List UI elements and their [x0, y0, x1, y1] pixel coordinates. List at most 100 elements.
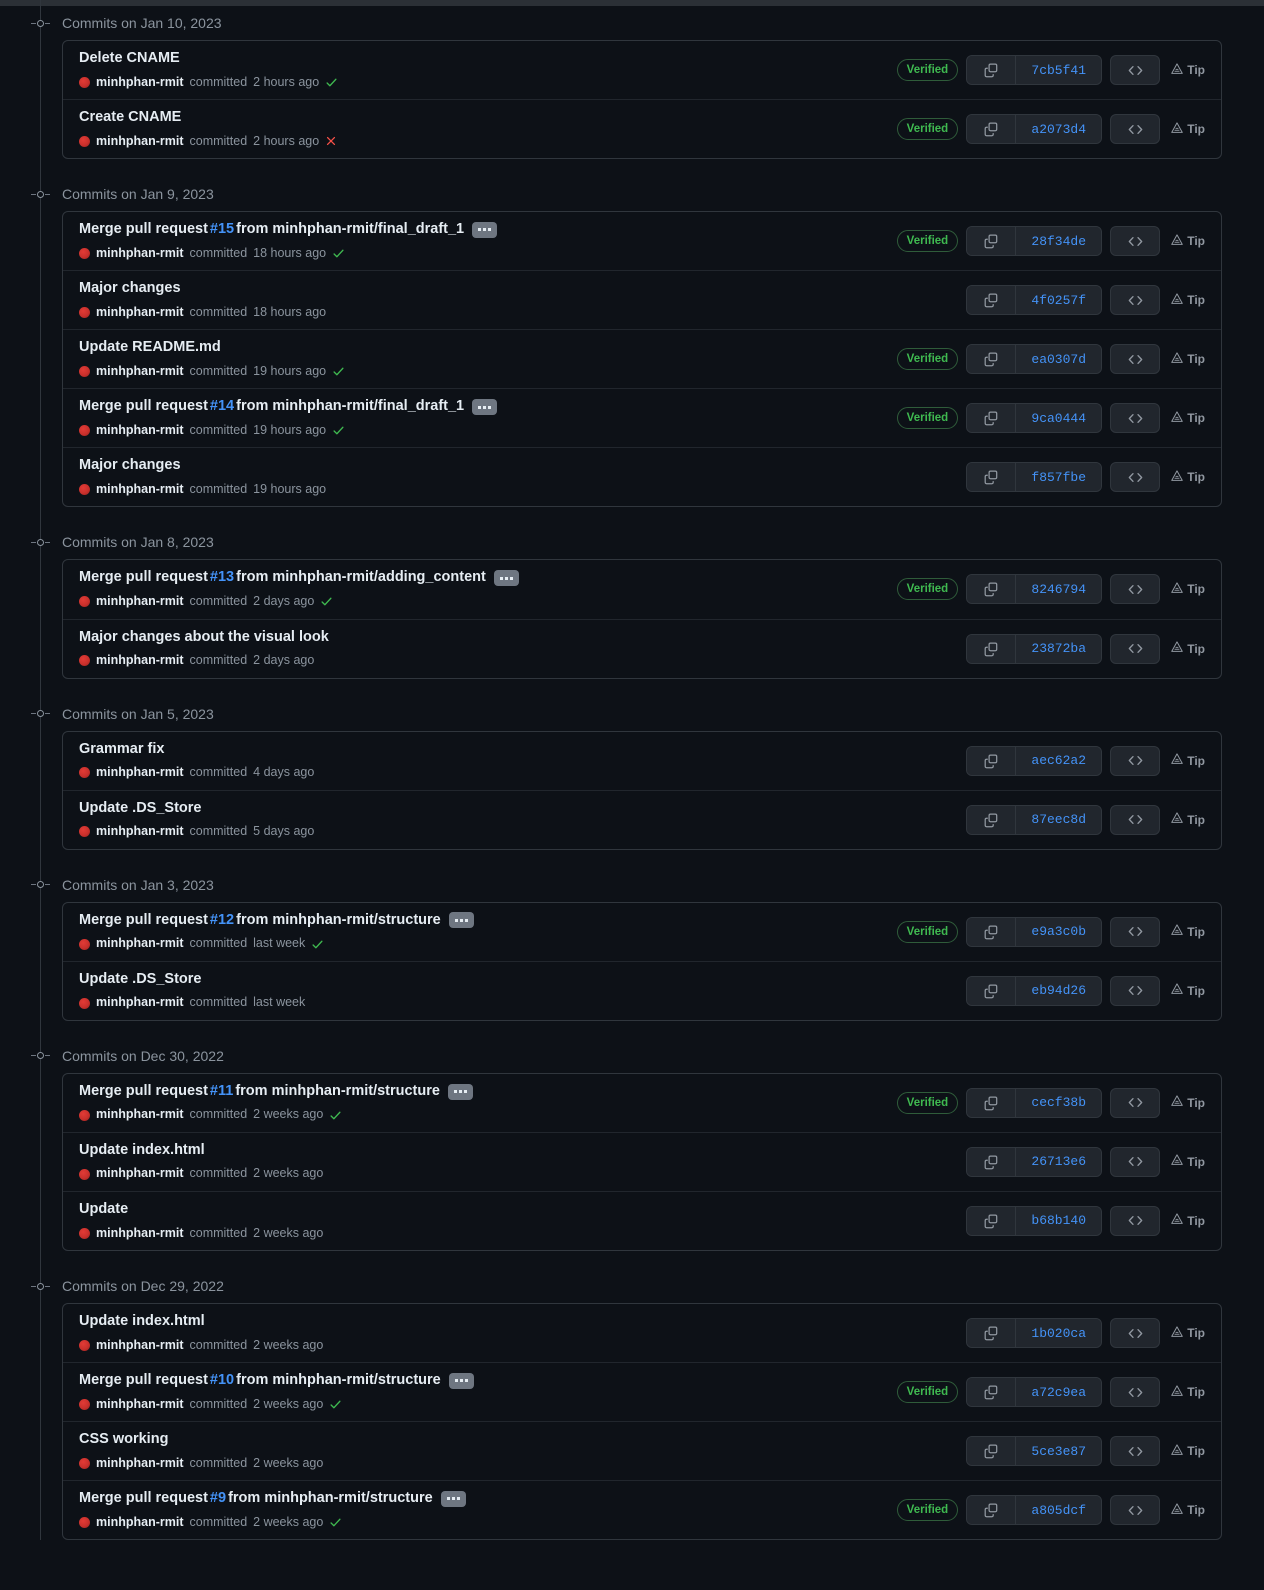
- pull-request-link[interactable]: #14: [210, 397, 234, 417]
- commit-author-link[interactable]: minhphan-rmit: [96, 1514, 184, 1532]
- code-icon[interactable]: [1110, 1318, 1161, 1349]
- commit-author-link[interactable]: minhphan-rmit: [96, 593, 184, 611]
- pull-request-link[interactable]: #13: [210, 568, 234, 588]
- pull-request-link[interactable]: #10: [210, 1371, 234, 1391]
- avatar[interactable]: [79, 938, 90, 950]
- commit-sha-link[interactable]: eb94d26: [1016, 976, 1102, 1005]
- commit-message-text[interactable]: Merge pull request: [79, 568, 208, 588]
- commit-sha-link[interactable]: cecf38b: [1016, 1088, 1102, 1117]
- commit-author-link[interactable]: minhphan-rmit: [96, 1165, 184, 1183]
- commit-row[interactable]: Delete CNAME minhphan-rmit committed 2 hour…: [63, 41, 1221, 101]
- code-icon[interactable]: [1110, 633, 1161, 664]
- commit-row[interactable]: Update README.md minhphan-rmit committed 19…: [63, 330, 1221, 390]
- copy-icon[interactable]: [967, 463, 1017, 492]
- commit-author-link[interactable]: minhphan-rmit: [96, 1396, 184, 1414]
- commit-sha-link[interactable]: 1b020ca: [1016, 1319, 1102, 1348]
- verified-badge[interactable]: Verified: [896, 230, 959, 253]
- commit-message-text[interactable]: Major changes about the visual look: [79, 628, 329, 648]
- copy-icon[interactable]: [967, 1378, 1017, 1407]
- verified-badge[interactable]: Verified: [896, 118, 959, 141]
- commit-message-text[interactable]: Major changes: [79, 456, 181, 476]
- avatar[interactable]: [79, 366, 90, 378]
- code-icon[interactable]: [1110, 1146, 1161, 1177]
- avatar[interactable]: [79, 135, 90, 147]
- code-icon[interactable]: [1110, 55, 1161, 86]
- commit-message-text[interactable]: Update .DS_Store: [79, 970, 201, 990]
- commit-message-text[interactable]: Merge pull request: [79, 220, 208, 240]
- avatar[interactable]: [79, 1168, 90, 1180]
- commit-message-text[interactable]: Update .DS_Store: [79, 799, 201, 819]
- avatar[interactable]: [79, 1457, 90, 1469]
- avatar[interactable]: [79, 1227, 90, 1239]
- avatar[interactable]: [79, 655, 90, 667]
- commit-author-link[interactable]: minhphan-rmit: [96, 133, 184, 151]
- verified-badge[interactable]: Verified: [896, 59, 959, 82]
- avatar[interactable]: [79, 76, 90, 88]
- commit-sha-link[interactable]: 7cb5f41: [1016, 56, 1102, 85]
- avatar[interactable]: [79, 425, 90, 437]
- copy-icon[interactable]: [967, 1437, 1017, 1466]
- code-icon[interactable]: [1110, 1495, 1161, 1526]
- commit-message-text[interactable]: Update index.html: [79, 1141, 205, 1161]
- code-icon[interactable]: [1110, 462, 1161, 493]
- commit-row[interactable]: Merge pull request #9 from minhphan-rmit…: [63, 1481, 1221, 1539]
- commit-author-link[interactable]: minhphan-rmit: [96, 935, 184, 953]
- commit-message-text[interactable]: Delete CNAME: [79, 49, 180, 69]
- commit-author-link[interactable]: minhphan-rmit: [96, 363, 184, 381]
- code-icon[interactable]: [1110, 574, 1161, 605]
- code-icon[interactable]: [1110, 916, 1161, 947]
- commit-author-link[interactable]: minhphan-rmit: [96, 481, 184, 499]
- commit-message-text[interactable]: Update README.md: [79, 338, 221, 358]
- commit-row[interactable]: Major changes minhphan-rmit committed 18 ho…: [63, 271, 1221, 331]
- copy-icon[interactable]: [967, 805, 1017, 834]
- avatar[interactable]: [79, 307, 90, 318]
- copy-icon[interactable]: [967, 115, 1017, 144]
- code-icon[interactable]: [1110, 1087, 1161, 1118]
- commit-message-text[interactable]: Merge pull request: [79, 397, 208, 417]
- expand-commit-message-button[interactable]: [493, 570, 519, 587]
- copy-icon[interactable]: [967, 575, 1017, 604]
- commit-message-text[interactable]: Merge pull request: [79, 1489, 208, 1509]
- commit-message-text[interactable]: Major changes: [79, 279, 181, 299]
- commit-sha-link[interactable]: 9ca0444: [1016, 404, 1102, 433]
- copy-icon[interactable]: [967, 404, 1017, 433]
- copy-icon[interactable]: [967, 634, 1017, 663]
- commit-row[interactable]: Merge pull request #15 from minhphan-rmi…: [63, 212, 1221, 272]
- code-icon[interactable]: [1110, 226, 1161, 257]
- commit-message-text[interactable]: Grammar fix: [79, 740, 164, 760]
- pull-request-link[interactable]: #9: [210, 1489, 226, 1509]
- avatar[interactable]: [79, 1398, 90, 1410]
- expand-commit-message-button[interactable]: [447, 1083, 473, 1100]
- verified-badge[interactable]: Verified: [896, 578, 959, 601]
- verified-badge[interactable]: Verified: [896, 407, 959, 430]
- commit-author-link[interactable]: minhphan-rmit: [96, 1106, 184, 1124]
- expand-commit-message-button[interactable]: [472, 221, 498, 238]
- commit-author-link[interactable]: minhphan-rmit: [96, 74, 184, 92]
- commit-sha-link[interactable]: a2073d4: [1016, 115, 1102, 144]
- commit-row[interactable]: Merge pull request #12 from minhphan-rmi…: [63, 903, 1221, 962]
- commit-author-link[interactable]: minhphan-rmit: [96, 652, 184, 670]
- commit-author-link[interactable]: minhphan-rmit: [96, 764, 184, 782]
- code-icon[interactable]: [1110, 745, 1161, 776]
- copy-icon[interactable]: [967, 1319, 1017, 1348]
- copy-icon[interactable]: [967, 1496, 1017, 1525]
- commit-author-link[interactable]: minhphan-rmit: [96, 1455, 184, 1473]
- avatar[interactable]: [79, 1339, 90, 1351]
- copy-icon[interactable]: [967, 1206, 1017, 1235]
- commit-sha-link[interactable]: a805dcf: [1016, 1496, 1102, 1525]
- commit-sha-link[interactable]: 4f0257f: [1016, 286, 1102, 315]
- commit-sha-link[interactable]: 28f34de: [1016, 227, 1102, 256]
- code-icon[interactable]: [1110, 975, 1161, 1006]
- avatar[interactable]: [79, 767, 90, 779]
- commit-row[interactable]: CSS working minhphan-rmit committed 2 weeks…: [63, 1422, 1221, 1482]
- commit-message-text[interactable]: Merge pull request: [79, 1082, 208, 1102]
- copy-icon[interactable]: [967, 56, 1017, 85]
- commit-row[interactable]: Update .DS_Store minhphan-rmit committed 5 …: [63, 791, 1221, 849]
- commit-message-text[interactable]: Update: [79, 1200, 128, 1220]
- code-icon[interactable]: [1110, 1377, 1161, 1408]
- commit-author-link[interactable]: minhphan-rmit: [96, 994, 184, 1012]
- pull-request-link[interactable]: #12: [210, 911, 234, 931]
- commit-author-link[interactable]: minhphan-rmit: [96, 304, 184, 322]
- pull-request-link[interactable]: #15: [210, 220, 234, 240]
- avatar[interactable]: [79, 997, 90, 1009]
